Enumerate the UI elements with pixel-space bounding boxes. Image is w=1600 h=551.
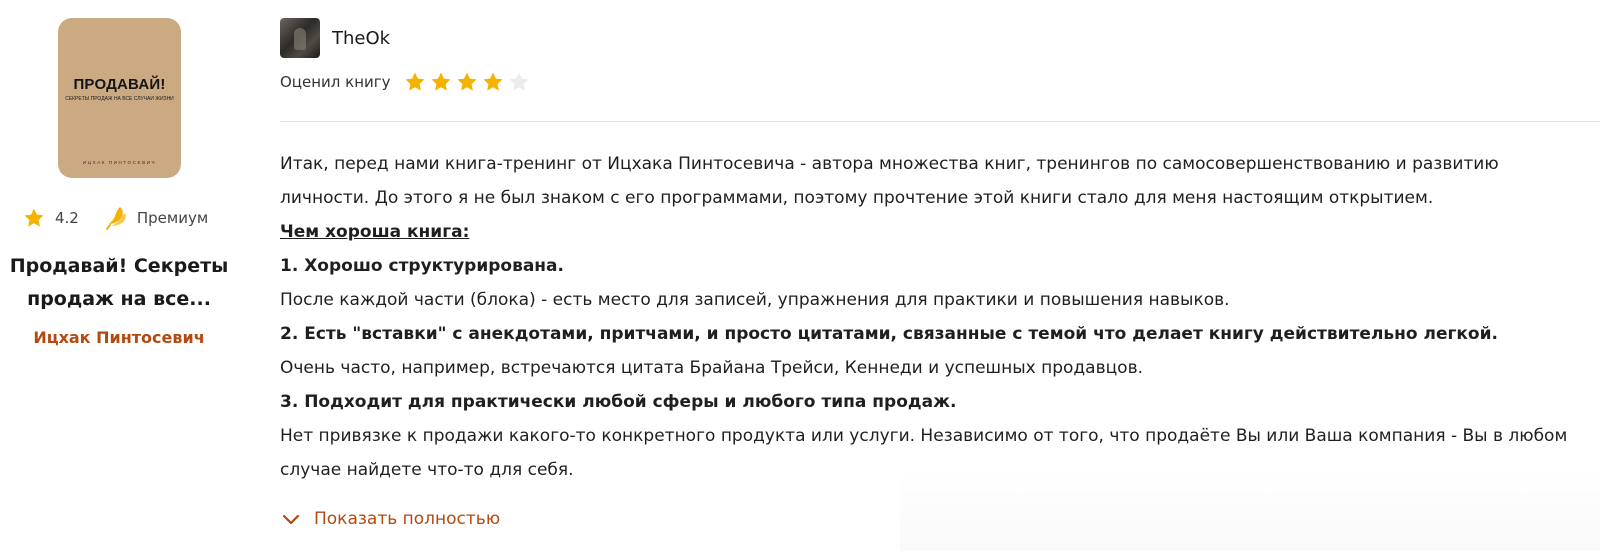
- review-paragraph: Очень часто, например, встречаются цитат…: [280, 358, 1144, 378]
- chevron-down-icon: [280, 508, 302, 530]
- book-card: ПРОДАВАЙ! СЕКРЕТЫ ПРОДАЖ НА ВСЕ СЛУЧАИ Ж…: [0, 0, 240, 551]
- cover-title: ПРОДАВАЙ!: [73, 76, 166, 93]
- reviewer-name[interactable]: TheOk: [332, 28, 390, 49]
- book-rating: 4.2: [55, 209, 79, 227]
- star-icon: [429, 70, 453, 94]
- review-heading: Чем хороша книга:: [280, 222, 470, 242]
- review-rating: Оценил книгу: [280, 70, 533, 94]
- book-author-link[interactable]: Ицхак Пинтосевич: [0, 328, 238, 347]
- show-more-label: Показать полностью: [314, 509, 501, 529]
- premium-icon: [105, 205, 129, 231]
- review-point-title: 3. Подходит для практически любой сферы …: [280, 392, 957, 412]
- star-icon: [22, 206, 46, 230]
- review-paragraph: Итак, перед нами книга-тренинг от Ицхака…: [280, 154, 1499, 208]
- reviewer: TheOk: [280, 18, 390, 58]
- premium-label: Премиум: [136, 209, 209, 227]
- review-point-title: 2. Есть "вставки" с анекдотами, притчами…: [280, 324, 1498, 344]
- book-cover[interactable]: ПРОДАВАЙ! СЕКРЕТЫ ПРОДАЖ НА ВСЕ СЛУЧАИ Ж…: [58, 18, 181, 178]
- review-point-title: 1. Хорошо структурирована.: [280, 256, 564, 276]
- book-title[interactable]: Продавай! Секреты продаж на все...: [0, 250, 238, 316]
- cover-subtitle: СЕКРЕТЫ ПРОДАЖ НА ВСЕ СЛУЧАИ ЖИЗНИ: [65, 96, 174, 102]
- review-paragraph: Нет привязке к продажи какого-то конкрет…: [280, 426, 1568, 480]
- review-paragraph: После каждой части (блока) - есть место …: [280, 290, 1230, 310]
- star-icon: [455, 70, 479, 94]
- star-icon: [481, 70, 505, 94]
- rating-stars: [403, 70, 533, 94]
- cover-author: ИЦХАК ПИНТОСЕВИЧ: [82, 160, 157, 165]
- rated-label: Оценил книгу: [280, 73, 391, 91]
- divider: [280, 121, 1600, 122]
- star-icon: [403, 70, 427, 94]
- avatar[interactable]: [280, 18, 320, 58]
- book-meta: 4.2 Премиум: [22, 206, 208, 230]
- star-icon: [507, 70, 531, 94]
- review-text: Итак, перед нами книга-тренинг от Ицхака…: [280, 147, 1570, 487]
- show-more-button[interactable]: Показать полностью: [280, 508, 500, 530]
